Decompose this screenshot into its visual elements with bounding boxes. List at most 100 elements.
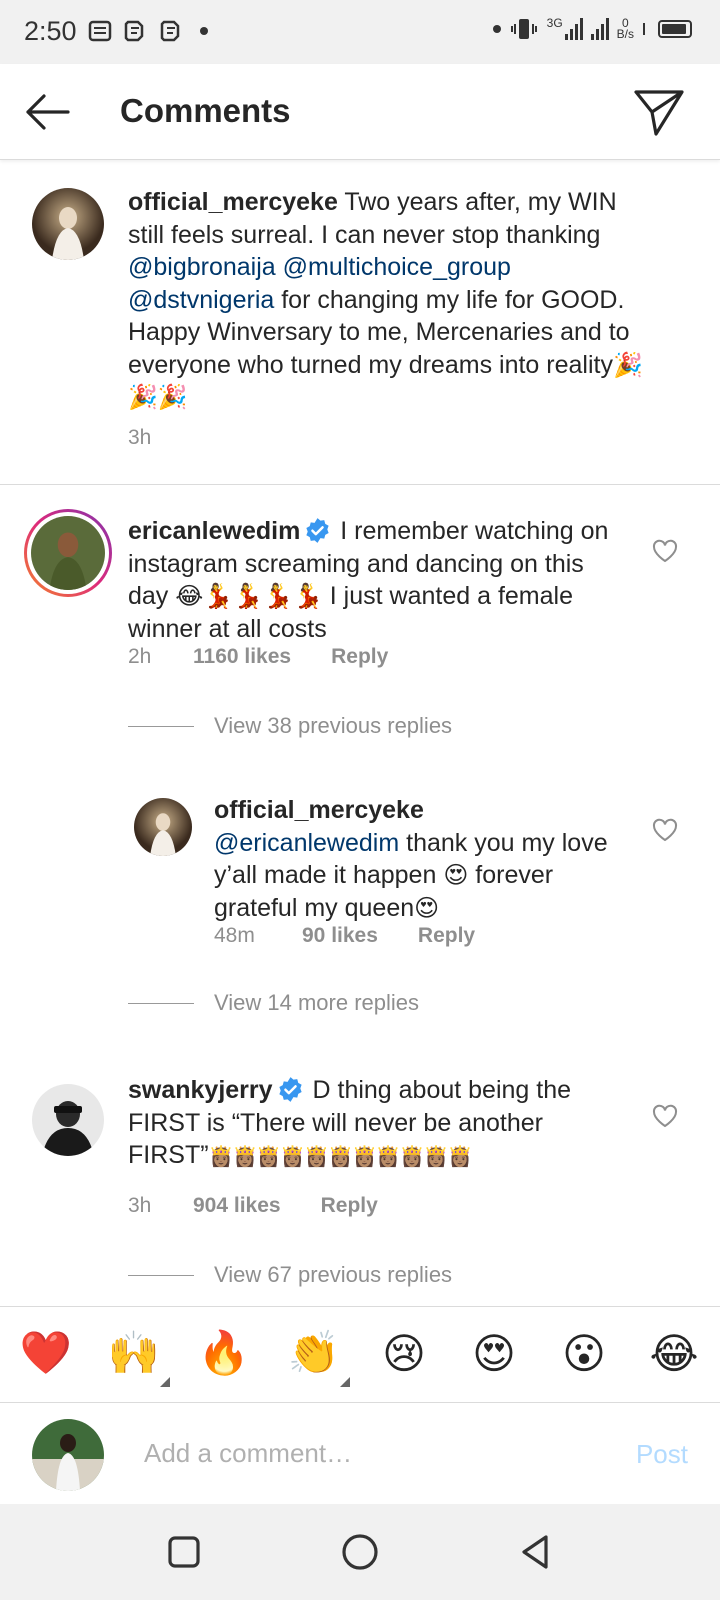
wifi-icon [643, 23, 645, 35]
back-triangle-icon[interactable] [514, 1530, 558, 1574]
comment-username[interactable]: ericanlewedim [128, 517, 300, 545]
raised-hands-emoji: 🙌 [107, 1328, 161, 1377]
reply-button[interactable]: Reply [321, 1194, 378, 1218]
system-icons: 3G 0 B/s [487, 16, 692, 42]
page-title: Comments [120, 92, 291, 129]
view-replies-label: View 14 more replies [214, 990, 420, 1015]
reply-button[interactable]: Reply [418, 924, 475, 948]
emoji-clap-button[interactable]: 👏 [284, 1323, 350, 1387]
comment-input[interactable] [144, 1431, 584, 1475]
reply-button[interactable]: Reply [331, 645, 388, 669]
heart-eyes-emoji: 😍 [414, 893, 440, 922]
back-arrow-icon[interactable] [20, 88, 76, 136]
comment-meta: 2h 1160 likes Reply [128, 645, 388, 669]
signal-3g-icon: 3G [546, 16, 583, 40]
caption-meta: 3h [128, 426, 151, 450]
like-heart-icon[interactable] [652, 539, 678, 563]
caption-text: official_mercyeke Two years after, my WI… [128, 186, 643, 414]
comment-time: 2h [128, 645, 152, 668]
reply-username[interactable]: official_mercyeke [214, 796, 424, 824]
caption: official_mercyeke Two years after, my WI… [0, 160, 720, 480]
princess-emojis: 👸🏽👸🏽👸🏽👸🏽👸🏽👸🏽👸🏽👸🏽👸🏽👸🏽👸🏽 [208, 1144, 473, 1168]
view-replies-label: View 38 previous replies [214, 713, 453, 738]
emoji-laughing-button[interactable]: 😂 [644, 1323, 704, 1383]
commenter-avatar[interactable] [32, 1084, 104, 1156]
heart-eyes-emoji: 😍 [472, 1328, 516, 1378]
clapping-hands-emoji: 👏 [287, 1328, 341, 1377]
app-notification-icon-2 [160, 20, 180, 42]
header: Comments [0, 64, 720, 160]
mention-link[interactable]: @bigbronaija [128, 253, 276, 281]
status-bar: 2:50 3G 0 B/s [0, 0, 720, 64]
comment-username[interactable]: swankyjerry [128, 1076, 273, 1104]
emoji-cry-button[interactable]: 😢 [374, 1323, 434, 1383]
mention-link[interactable]: @dstvnigeria [128, 286, 274, 314]
comment-meta: 3h 904 likes Reply [128, 1194, 378, 1218]
skin-tone-indicator [340, 1377, 350, 1387]
view-replies-button[interactable]: View 67 previous replies [128, 1262, 452, 1288]
network-speed: 0 B/s [616, 17, 634, 41]
mention-link[interactable]: @ericanlewedim [214, 829, 399, 857]
app-notification-icon [124, 20, 144, 42]
recent-apps-icon[interactable] [162, 1530, 206, 1574]
caption-username[interactable]: official_mercyeke [128, 188, 338, 216]
red-heart-emoji: ❤️ [19, 1328, 73, 1377]
laughing-dancer-emojis: 😂💃💃💃💃 [175, 582, 323, 610]
network-type: 3G [546, 16, 563, 30]
dot-indicator [492, 25, 501, 33]
commenter-avatar[interactable] [24, 509, 112, 597]
like-heart-icon[interactable] [652, 818, 678, 842]
emoji-fire-button[interactable]: 🔥 [194, 1323, 254, 1383]
view-replies-button[interactable]: View 38 previous replies [128, 713, 452, 739]
status-time: 2:50 [24, 16, 77, 46]
verified-badge-icon [306, 518, 329, 543]
battery-icon [658, 20, 692, 38]
comment-time: 3h [128, 1194, 152, 1217]
reply-author-avatar[interactable] [134, 798, 192, 856]
system-navigation-bar [0, 1504, 720, 1600]
tears-of-joy-emoji: 😂 [649, 1328, 699, 1378]
reply-item: official_mercyeke @ericanlewedim thank yo… [0, 790, 720, 1050]
reply-text: official_mercyeke @ericanlewedim thank yo… [214, 794, 614, 924]
speed-unit: B/s [616, 27, 634, 41]
home-icon[interactable] [338, 1530, 382, 1574]
thread-line [128, 1002, 194, 1004]
caption-time: 3h [128, 426, 152, 449]
emoji-heart-eyes-button[interactable]: 😍 [464, 1323, 524, 1383]
comment-composer: Post [0, 1402, 720, 1504]
signal-icon [590, 18, 609, 40]
vibrate-icon [510, 19, 537, 39]
notification-icons [88, 18, 208, 44]
view-replies-label: View 67 previous replies [214, 1262, 453, 1287]
comment-item: ericanlewedim I remember watching on ins… [0, 485, 720, 755]
comment-text: swankyjerry D thing about being the FIRS… [128, 1074, 618, 1173]
emoji-heart-button[interactable]: ❤️ [16, 1323, 76, 1383]
message-notification-icon [88, 20, 112, 42]
like-count[interactable]: 904 likes [193, 1194, 281, 1218]
emoji-raised-hands-button[interactable]: 🙌 [104, 1323, 170, 1387]
thread-line [128, 1274, 194, 1276]
current-user-avatar [32, 1419, 104, 1491]
caption-author-avatar[interactable] [32, 188, 104, 260]
crying-face-emoji: 😢 [382, 1328, 426, 1378]
quick-emoji-bar: ❤️ 🙌 🔥 👏 😢 😍 😮 😂 [0, 1306, 720, 1402]
comment-text: ericanlewedim I remember watching on ins… [128, 515, 628, 645]
send-icon[interactable] [632, 86, 686, 138]
skin-tone-indicator [160, 1377, 170, 1387]
caption-space-1 [276, 253, 283, 281]
mention-link[interactable]: @multichoice_group [283, 253, 511, 281]
surprised-face-emoji: 😮 [562, 1328, 606, 1378]
emoji-surprised-button[interactable]: 😮 [554, 1323, 614, 1383]
reply-meta: 48m 90 likes Reply [214, 924, 475, 948]
reply-time: 48m [214, 924, 255, 947]
post-button[interactable]: Post [636, 1439, 688, 1470]
comment-item: swankyjerry D thing about being the FIRS… [0, 1066, 720, 1306]
view-replies-button[interactable]: View 14 more replies [128, 990, 419, 1016]
thread-line [128, 725, 194, 727]
heart-eyes-emoji: 😍 [443, 861, 469, 889]
verified-badge-icon [278, 1077, 302, 1102]
more-notifications-dot [200, 27, 208, 35]
like-count[interactable]: 1160 likes [193, 645, 291, 669]
like-count[interactable]: 90 likes [302, 924, 378, 948]
like-heart-icon[interactable] [652, 1104, 678, 1128]
